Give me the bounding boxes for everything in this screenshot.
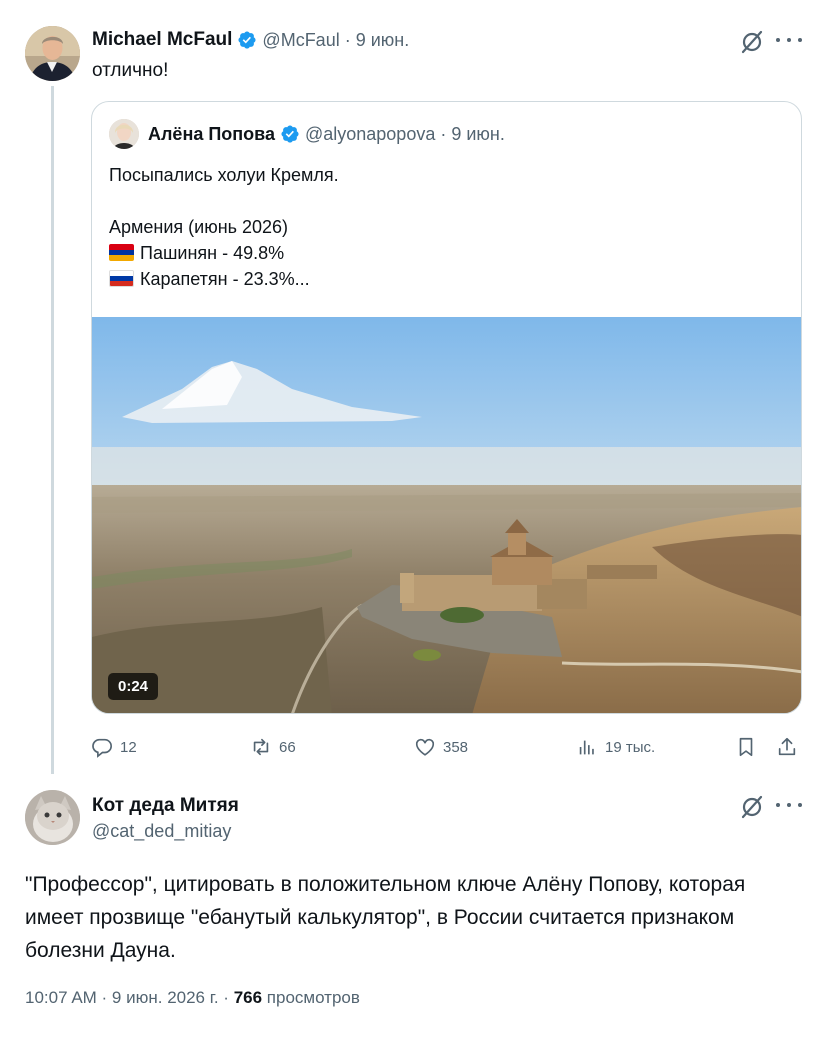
quoted-line-1: Посыпались холуи Кремля.	[109, 165, 339, 185]
quoted-item-1: Пашинян - 49.8%	[109, 240, 339, 266]
reply-button[interactable]: 12	[91, 734, 137, 760]
more-icon[interactable]	[776, 801, 802, 809]
quoted-item-1-text: Пашинян - 49.8%	[140, 243, 285, 263]
verified-icon	[281, 125, 299, 143]
verified-icon	[238, 31, 256, 49]
quoted-author-handle: @alyonapopova	[304, 123, 436, 144]
quoted-line-2: Армения (июнь 2026)	[109, 217, 289, 237]
tweet-text: "Профессор", цитировать в положительном …	[25, 873, 746, 962]
quoted-item-2-text: Карапетян - 23.3%...	[140, 269, 310, 289]
views-icon	[579, 740, 594, 755]
tweet-text: отлично!	[92, 60, 169, 81]
author-handle[interactable]: @cat_ded_mitiay	[92, 821, 231, 842]
video-duration: 0:24	[108, 673, 159, 700]
like-icon	[415, 738, 435, 756]
share-icon	[778, 737, 796, 756]
quoted-tweet-date: · 9 июн.	[440, 123, 505, 144]
avatar[interactable]	[25, 26, 80, 81]
action-bar: 12 66 358 19 тыс.	[91, 734, 803, 760]
tweet-timestamp[interactable]: 10:07 AM · 9 июн. 2026 г. ·	[25, 988, 234, 1007]
repost-count: 66	[279, 738, 296, 756]
author-name[interactable]: Кот деда Митяя	[92, 795, 239, 817]
repost-icon	[253, 738, 269, 756]
reply-icon	[92, 738, 112, 758]
author-handle[interactable]: @McFaul	[262, 30, 339, 51]
author-row: Michael McFaul @McFaul · 9 июн.	[92, 28, 409, 52]
bookmark-button[interactable]	[735, 734, 764, 760]
russia-flag-icon	[109, 270, 134, 287]
like-button[interactable]: 358	[414, 734, 468, 760]
tweet-date[interactable]: · 9 июн.	[345, 30, 410, 51]
views-count: 766	[233, 988, 263, 1007]
share-button[interactable]	[776, 734, 805, 760]
author-row: Кот деда Митяя	[92, 794, 239, 818]
bookmark-icon	[739, 737, 753, 757]
quoted-author-name: Алёна Попова	[148, 123, 275, 144]
author-name[interactable]: Michael McFaul	[92, 29, 232, 51]
quoted-tweet-text: Посыпались холуи Кремля. Армения (июнь 2…	[109, 162, 339, 292]
grok-icon[interactable]	[739, 794, 765, 820]
grok-icon[interactable]	[739, 29, 765, 55]
repost-button[interactable]: 66	[250, 734, 296, 760]
quoted-item-2: Карапетян - 23.3%...	[109, 266, 339, 292]
views-count: 19 тыс.	[605, 738, 656, 756]
avatar[interactable]	[25, 790, 80, 845]
reply-count: 12	[120, 738, 137, 756]
quoted-author-row: Алёна Попова @alyonapopova · 9 июн.	[148, 122, 505, 146]
quoted-tweet[interactable]: Алёна Попова @alyonapopova · 9 июн. Посы…	[91, 101, 802, 714]
like-count: 358	[443, 738, 469, 756]
thread-line	[51, 86, 54, 774]
video-player[interactable]: 0:24	[92, 317, 801, 713]
views-button[interactable]: 19 тыс.	[576, 734, 655, 760]
video-thumbnail	[92, 317, 801, 713]
tweet-meta: 10:07 AM · 9 июн. 2026 г. · 766 просмотр…	[25, 988, 360, 1008]
avatar	[109, 119, 139, 149]
armenia-flag-icon	[109, 244, 134, 261]
more-icon[interactable]	[776, 36, 802, 44]
views-label: просмотров	[262, 988, 360, 1007]
